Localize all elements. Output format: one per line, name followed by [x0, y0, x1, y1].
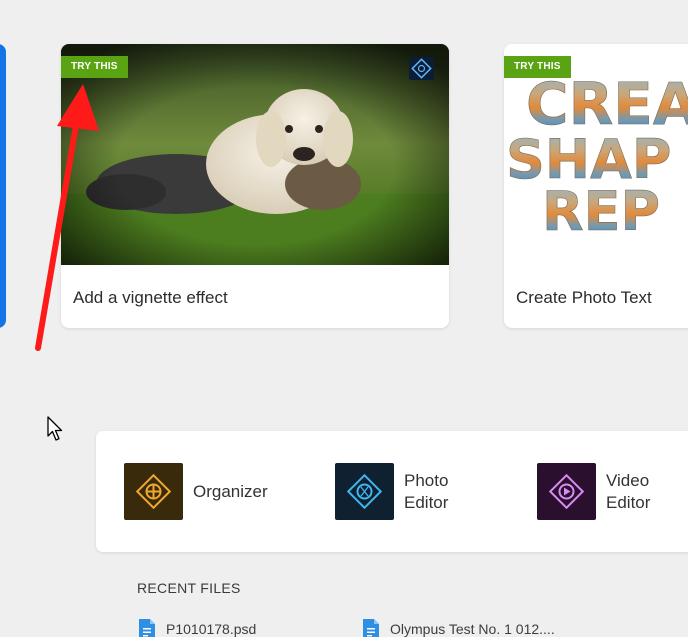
try-this-card-vignette[interactable]: TRY THIS Add a vignette effect — [61, 44, 449, 328]
video-editor-button[interactable]: Video Editor — [537, 463, 650, 520]
recent-file-item[interactable]: Olympus Test No. 1 012.... — [360, 618, 555, 637]
mouse-cursor-icon — [47, 416, 63, 441]
video-editor-icon — [537, 463, 596, 520]
card-title: Create Photo Text — [516, 288, 652, 307]
organizer-label: Organizer — [193, 481, 268, 501]
try-this-card-photo-text[interactable]: CREA SHAP REP TRY THIS Create Photo Text — [504, 44, 688, 328]
recent-files-heading: RECENT FILES — [137, 580, 241, 596]
photo-editor-icon — [335, 463, 394, 520]
photo-editor-icon — [409, 57, 434, 80]
organizer-button[interactable]: Organizer — [124, 463, 268, 520]
app-launcher-panel: Organizer Photo Editor Video Editor — [96, 431, 688, 552]
psd-file-icon — [139, 619, 155, 637]
try-this-badge: TRY THIS — [504, 56, 571, 78]
try-this-badge: TRY THIS — [61, 56, 128, 78]
home-screen: TRY THIS Add a vignette effect CREA SHAP… — [0, 0, 688, 637]
recent-file-name: Olympus Test No. 1 012.... — [390, 621, 555, 637]
video-editor-label: Video Editor — [606, 470, 651, 512]
organizer-icon — [124, 463, 183, 520]
recent-file-item[interactable]: P1010178.psd — [136, 618, 256, 637]
psd-file-icon — [363, 619, 379, 637]
photo-editor-button[interactable]: Photo Editor — [335, 463, 448, 520]
thumb-text-line-3: REP — [542, 180, 660, 243]
card-title: Add a vignette effect — [73, 288, 228, 307]
photo-editor-label: Photo Editor — [404, 470, 449, 512]
featured-card-partial[interactable] — [0, 44, 6, 328]
recent-file-name: P1010178.psd — [166, 621, 257, 637]
